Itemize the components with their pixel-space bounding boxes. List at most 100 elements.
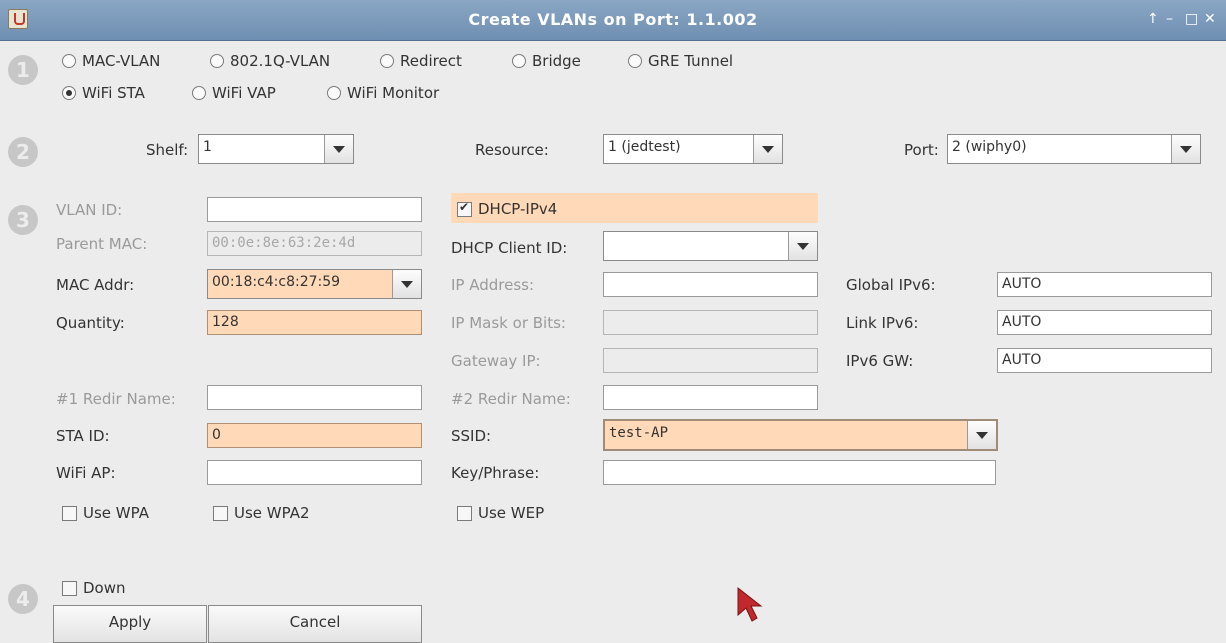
window-title: Create VLANs on Port: 1.1.002	[468, 10, 758, 29]
resource-label: Resource:	[475, 141, 549, 159]
minimize-icon[interactable]: –	[1166, 12, 1173, 26]
radio-label: Redirect	[400, 52, 462, 70]
use-wpa-checkbox[interactable]: Use WPA	[62, 504, 149, 522]
pin-icon[interactable]: ↑	[1147, 12, 1159, 26]
mac-addr-select[interactable]: 00:18:c4:c8:27:59	[207, 269, 422, 299]
sta-id-input[interactable]: 0	[207, 423, 422, 448]
mac-addr-value: 00:18:c4:c8:27:59	[212, 274, 341, 290]
checkbox-label: DHCP-IPv4	[478, 200, 558, 218]
chevron-down-icon[interactable]	[1171, 135, 1200, 163]
radio-mac-vlan[interactable]: MAC-VLAN	[62, 52, 160, 70]
cancel-button[interactable]: Cancel	[208, 605, 422, 643]
parent-mac-label: Parent MAC:	[56, 235, 148, 253]
ipv6-gw-input[interactable]: AUTO	[997, 348, 1212, 373]
chevron-down-icon[interactable]	[788, 232, 817, 260]
chevron-down-icon[interactable]	[392, 270, 421, 298]
mouse-cursor-icon	[737, 586, 763, 622]
radio-wifi-monitor[interactable]: WiFi Monitor	[327, 84, 439, 102]
sta-id-label: STA ID:	[56, 427, 110, 445]
checkbox-box	[62, 505, 77, 521]
step-3-icon: 3	[8, 205, 38, 235]
checkbox-box-checked	[457, 200, 472, 217]
dhcp-ipv4-checkbox[interactable]: DHCP-IPv4	[457, 200, 557, 218]
chevron-down-icon[interactable]	[967, 421, 996, 449]
radio-wifi-sta[interactable]: WiFi STA	[62, 84, 145, 102]
global-ipv6-input[interactable]: AUTO	[997, 272, 1212, 297]
radio-dot-selected	[62, 86, 76, 100]
dhcp-client-id-label: DHCP Client ID:	[451, 239, 568, 257]
radio-dot	[628, 54, 642, 68]
radio-8021q-vlan[interactable]: 802.1Q-VLAN	[210, 52, 330, 70]
ssid-select[interactable]: test-AP	[603, 419, 998, 451]
radio-dot	[512, 54, 526, 68]
radio-redirect[interactable]: Redirect	[380, 52, 462, 70]
checkbox-box	[213, 505, 228, 521]
checkbox-label: Down	[83, 579, 126, 597]
mac-addr-label: MAC Addr:	[56, 276, 135, 294]
link-ipv6-input[interactable]: AUTO	[997, 310, 1212, 335]
shelf-label: Shelf:	[146, 141, 189, 159]
radio-dot	[192, 86, 206, 100]
maximize-icon[interactable]: □	[1185, 12, 1198, 26]
radio-dot	[210, 54, 224, 68]
radio-dot	[380, 54, 394, 68]
key-phrase-label: Key/Phrase:	[451, 464, 540, 482]
gateway-input	[603, 348, 818, 373]
radio-label: WiFi STA	[82, 84, 145, 102]
radio-dot	[62, 54, 76, 68]
ssid-value: test-AP	[609, 425, 669, 441]
step-1-icon: 1	[8, 55, 38, 85]
ip-mask-label: IP Mask or Bits:	[451, 314, 566, 332]
use-wep-checkbox[interactable]: Use WEP	[457, 504, 544, 522]
radio-bridge[interactable]: Bridge	[512, 52, 581, 70]
checkbox-box	[62, 580, 77, 596]
radio-label: WiFi Monitor	[347, 84, 440, 102]
port-value: 2 (wiphy0)	[952, 139, 1027, 155]
chevron-down-icon[interactable]	[753, 135, 782, 163]
checkbox-label: Use WPA2	[234, 504, 310, 522]
wifi-ap-input[interactable]	[207, 460, 422, 485]
key-phrase-input[interactable]	[603, 460, 996, 485]
step-2-icon: 2	[8, 137, 38, 167]
ip-address-input[interactable]	[603, 272, 818, 297]
global-ipv6-label: Global IPv6:	[846, 276, 936, 294]
radio-gre-tunnel[interactable]: GRE Tunnel	[628, 52, 733, 70]
quantity-input[interactable]: 128	[207, 310, 422, 335]
close-icon[interactable]: ✕	[1204, 12, 1216, 26]
radio-wifi-vap[interactable]: WiFi VAP	[192, 84, 276, 102]
ipv6-gw-label: IPv6 GW:	[846, 352, 914, 370]
vlan-id-input[interactable]	[207, 197, 422, 222]
shelf-value: 1	[203, 139, 212, 155]
redir1-input[interactable]	[207, 385, 422, 410]
checkbox-label: Use WPA	[83, 504, 149, 522]
radio-label: WiFi VAP	[212, 84, 276, 102]
checkbox-label: Use WEP	[478, 504, 545, 522]
redir2-input[interactable]	[603, 385, 818, 410]
ip-mask-input	[603, 310, 818, 335]
dhcp-client-id-select[interactable]	[603, 231, 818, 261]
ssid-label: SSID:	[451, 427, 492, 445]
shelf-select[interactable]: 1	[198, 134, 354, 164]
ip-address-label: IP Address:	[451, 276, 535, 294]
resource-value: 1 (jedtest)	[608, 139, 681, 155]
chevron-down-icon[interactable]	[324, 135, 353, 163]
quantity-label: Quantity:	[56, 314, 125, 332]
port-label: Port:	[904, 141, 939, 159]
redir2-label: #2 Redir Name:	[451, 390, 571, 408]
step-4-icon: 4	[8, 584, 38, 614]
redir1-label: #1 Redir Name:	[56, 390, 176, 408]
radio-label: GRE Tunnel	[648, 52, 734, 70]
title-bar: Create VLANs on Port: 1.1.002 ↑ – □ ✕	[0, 0, 1226, 41]
vlan-id-label: VLAN ID:	[56, 201, 123, 219]
gateway-label: Gateway IP:	[451, 352, 541, 370]
wifi-ap-label: WiFi AP:	[56, 464, 116, 482]
radio-label: Bridge	[532, 52, 581, 70]
down-checkbox[interactable]: Down	[62, 579, 126, 597]
apply-button[interactable]: Apply	[53, 605, 207, 643]
radio-dot	[327, 86, 341, 100]
link-ipv6-label: Link IPv6:	[846, 314, 919, 332]
parent-mac-field: 00:0e:8e:63:2e:4d	[207, 231, 422, 256]
use-wpa2-checkbox[interactable]: Use WPA2	[213, 504, 310, 522]
port-select[interactable]: 2 (wiphy0)	[947, 134, 1201, 164]
resource-select[interactable]: 1 (jedtest)	[603, 134, 783, 164]
